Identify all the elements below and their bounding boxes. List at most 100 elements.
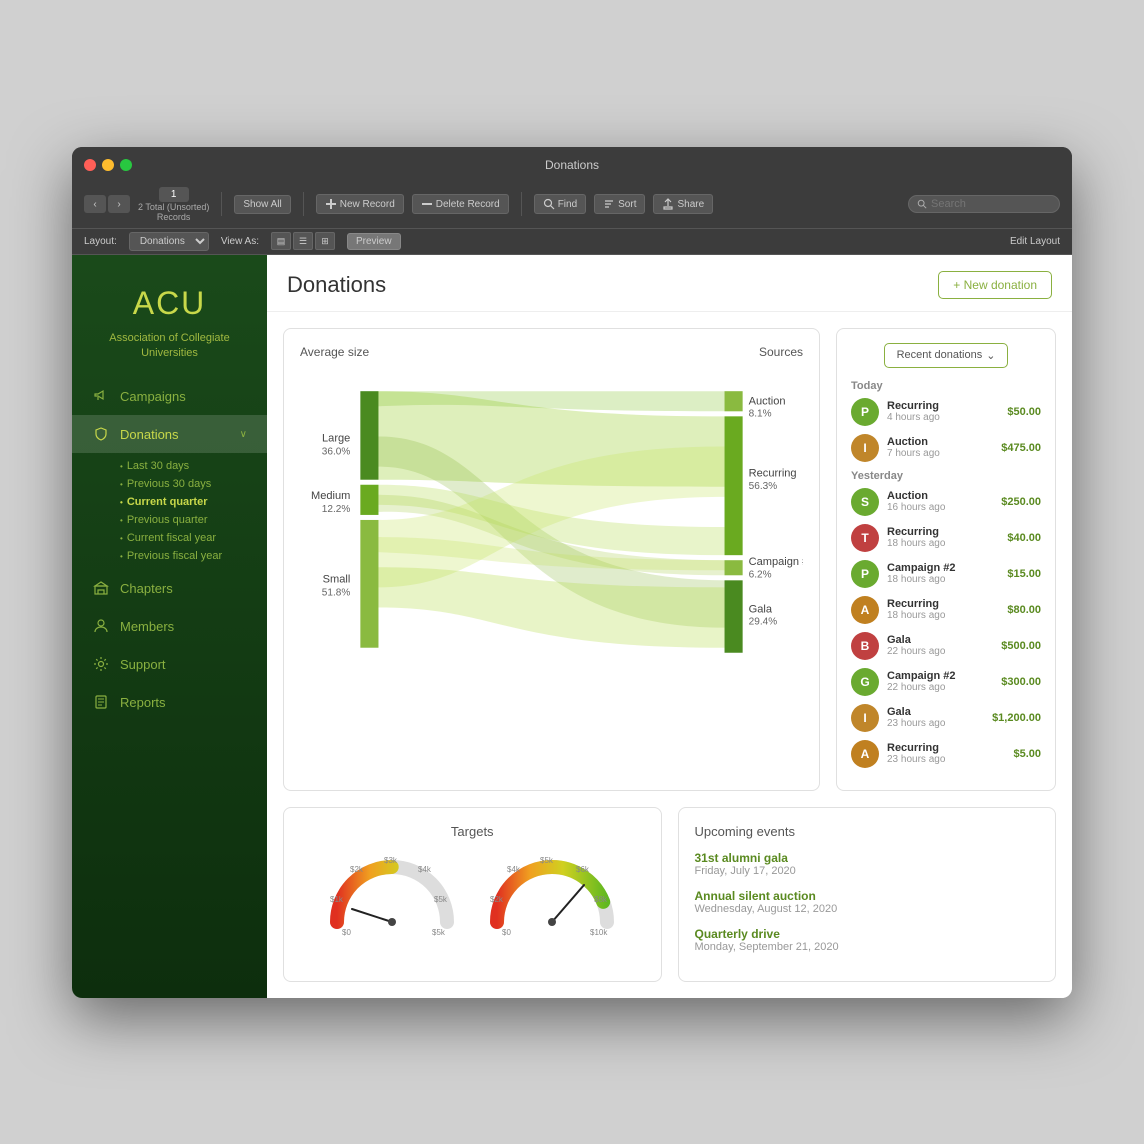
svg-text:Campaign #2: Campaign #2 [749, 556, 803, 568]
logo-text: ACU [92, 285, 247, 322]
donation-info: Campaign #2 18 hours ago [887, 562, 999, 585]
yesterday-section-label: Yesterday [851, 470, 1041, 482]
share-button[interactable]: Share [653, 194, 713, 214]
gauges: $0 $1k $2k $3k $4k $5k $5k [300, 847, 645, 937]
shield-icon [92, 425, 110, 443]
edit-layout-button[interactable]: Edit Layout [1010, 236, 1060, 247]
top-row: Average size Sources [283, 328, 1056, 791]
show-all-button[interactable]: Show All [234, 195, 290, 214]
sidebar-item-reports[interactable]: Reports [72, 683, 267, 721]
sort-icon [603, 198, 615, 210]
event-date: Wednesday, August 12, 2020 [695, 903, 1040, 915]
search-bar[interactable] [908, 195, 1060, 213]
search-input[interactable] [931, 198, 1051, 210]
svg-text:$6k: $6k [576, 865, 590, 874]
donation-type: Gala [887, 706, 984, 718]
record-number: 1 [159, 187, 189, 202]
share-icon [662, 198, 674, 210]
donation-type: Recurring [887, 598, 999, 610]
donation-item-i-gala: I Gala 23 hours ago $1,200.00 [851, 704, 1041, 732]
donation-type: Recurring [887, 742, 1005, 754]
donation-info: Auction 7 hours ago [887, 436, 993, 459]
content-area: Donations + New donation Average size So… [267, 255, 1072, 998]
preview-button[interactable]: Preview [347, 233, 401, 250]
sidebar-item-donations[interactable]: Donations ∨ [72, 415, 267, 453]
event-name: 31st alumni gala [695, 851, 1040, 865]
forward-button[interactable]: › [108, 195, 130, 213]
page-title: Donations [287, 272, 386, 298]
donation-time: 7 hours ago [887, 448, 993, 459]
subnav-last30[interactable]: Last 30 days [120, 457, 267, 475]
avatar: P [851, 560, 879, 588]
gauge-1-svg: $0 $1k $2k $3k $4k $5k $5k [322, 847, 462, 937]
view-list-button[interactable]: ☰ [293, 232, 313, 250]
members-label: Members [120, 619, 174, 634]
svg-text:Recurring: Recurring [749, 467, 797, 479]
chapters-label: Chapters [120, 581, 173, 596]
svg-text:$5k: $5k [540, 856, 554, 865]
sort-button[interactable]: Sort [594, 194, 645, 214]
subnav-current-quarter[interactable]: Current quarter [120, 493, 267, 511]
sankey-title: Average size [300, 345, 369, 359]
view-form-button[interactable]: ▤ [271, 232, 291, 250]
donation-item-g-campaign: G Campaign #2 22 hours ago $300.00 [851, 668, 1041, 696]
nav-controls: ‹ › [84, 195, 130, 213]
new-donation-button[interactable]: + New donation [938, 271, 1052, 299]
recent-donations-dropdown[interactable]: Recent donations ⌄ [884, 343, 1009, 368]
svg-text:$2k: $2k [350, 865, 364, 874]
org-name: Association of Collegiate Universities [72, 327, 267, 378]
subnav-prev30[interactable]: Previous 30 days [120, 475, 267, 493]
donation-type: Auction [887, 490, 993, 502]
donation-info: Auction 16 hours ago [887, 490, 993, 513]
sidebar: ACU Association of Collegiate Universiti… [72, 255, 267, 998]
donation-amount: $15.00 [1007, 568, 1041, 580]
sidebar-item-chapters[interactable]: Chapters [72, 569, 267, 607]
donation-type: Campaign #2 [887, 670, 993, 682]
sources-label: Sources [759, 345, 803, 359]
donation-item-a-recurring: A Recurring 18 hours ago $80.00 [851, 596, 1041, 624]
sidebar-logo: ACU [72, 275, 267, 327]
support-label: Support [120, 657, 166, 672]
recent-header: Recent donations ⌄ [851, 343, 1041, 368]
gauge-2: $0 $2k $4k $5k $6k $8k $10k [482, 847, 622, 937]
gauge-2-svg: $0 $2k $4k $5k $6k $8k $10k [482, 847, 622, 937]
donation-amount: $5.00 [1013, 748, 1041, 760]
avatar: A [851, 596, 879, 624]
donation-time: 18 hours ago [887, 574, 999, 585]
close-button[interactable] [84, 159, 96, 171]
records-label: Records [157, 212, 191, 222]
sidebar-item-members[interactable]: Members [72, 607, 267, 645]
maximize-button[interactable] [120, 159, 132, 171]
donation-item-s-auction: S Auction 16 hours ago $250.00 [851, 488, 1041, 516]
minimize-button[interactable] [102, 159, 114, 171]
find-icon [543, 198, 555, 210]
event-date: Friday, July 17, 2020 [695, 865, 1040, 877]
delete-record-button[interactable]: Delete Record [412, 194, 509, 214]
donation-type: Gala [887, 634, 993, 646]
donation-amount: $1,200.00 [992, 712, 1041, 724]
sidebar-nav: Campaigns Donations ∨ Last 30 days Previ… [72, 377, 267, 977]
subnav-prev-fiscal[interactable]: Previous fiscal year [120, 547, 267, 565]
layout-label: Layout: [84, 236, 117, 247]
sidebar-item-support[interactable]: Support [72, 645, 267, 683]
megaphone-icon [92, 387, 110, 405]
svg-text:51.8%: 51.8% [322, 587, 351, 598]
new-record-button[interactable]: New Record [316, 194, 404, 214]
toolbar: ‹ › 1 2 Total (Unsorted) Records Show Al… [72, 183, 1072, 229]
view-table-button[interactable]: ⊞ [315, 232, 335, 250]
avatar: I [851, 704, 879, 732]
avatar: T [851, 524, 879, 552]
sidebar-item-campaigns[interactable]: Campaigns [72, 377, 267, 415]
avatar: S [851, 488, 879, 516]
subnav-prev-quarter[interactable]: Previous quarter [120, 511, 267, 529]
svg-text:6.2%: 6.2% [749, 569, 772, 580]
back-button[interactable]: ‹ [84, 195, 106, 213]
layout-select[interactable]: Donations [129, 232, 209, 251]
donation-item-a-recurring-2: A Recurring 23 hours ago $5.00 [851, 740, 1041, 768]
subnav-current-fiscal[interactable]: Current fiscal year [120, 529, 267, 547]
donation-amount: $50.00 [1007, 406, 1041, 418]
find-button[interactable]: Find [534, 194, 586, 214]
donation-time: 18 hours ago [887, 610, 999, 621]
svg-text:29.4%: 29.4% [749, 616, 778, 627]
recent-donations-card: Recent donations ⌄ Today P Recurring 4 h… [836, 328, 1056, 791]
